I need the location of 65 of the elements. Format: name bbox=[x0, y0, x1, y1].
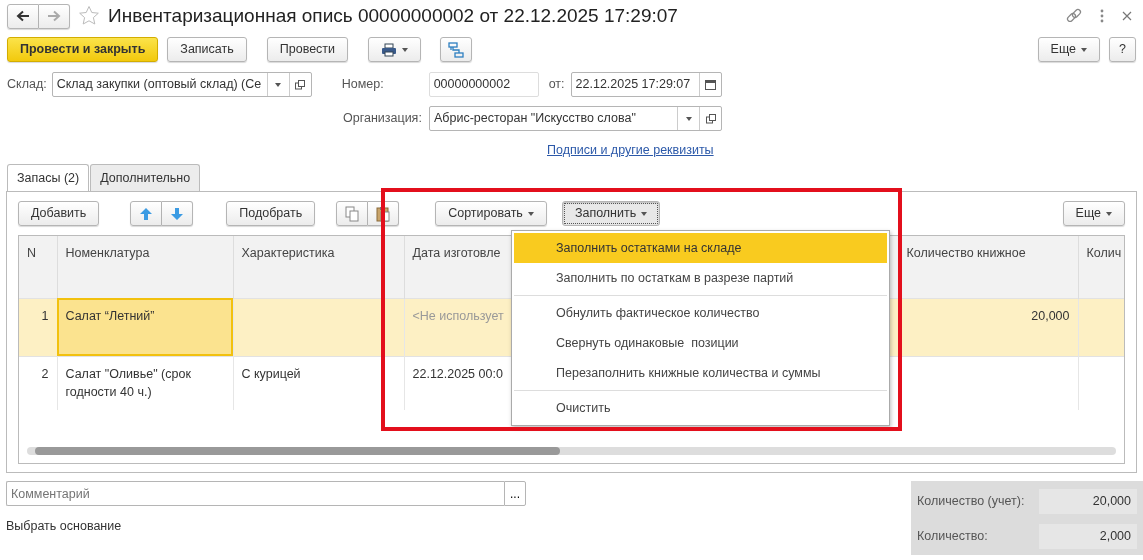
table-cell: С курицей bbox=[233, 356, 404, 410]
toolbar-button[interactable]: ? bbox=[1109, 37, 1136, 62]
dropdown-button[interactable]: Заполнить bbox=[561, 201, 661, 226]
field-label: Номер: bbox=[341, 76, 385, 94]
field-label: от: bbox=[548, 76, 565, 94]
link-icon[interactable] bbox=[1066, 8, 1082, 24]
horizontal-scrollbar[interactable] bbox=[27, 447, 1116, 455]
menu-item[interactable]: Свернуть одинаковые позиции bbox=[514, 328, 887, 358]
close-icon[interactable] bbox=[1122, 11, 1132, 21]
table-cell: 1 bbox=[19, 298, 57, 356]
arrow-up-icon bbox=[139, 206, 154, 221]
tab[interactable]: Дополнительно bbox=[90, 164, 201, 191]
column-header[interactable]: Характеристика bbox=[233, 236, 404, 298]
dropdown-button[interactable]: Еще bbox=[1037, 37, 1101, 62]
warehouse-field[interactable]: Склад закупки (оптовый склад) (Се bbox=[51, 72, 312, 97]
toolbar-button[interactable]: Подобрать bbox=[226, 201, 316, 226]
move-up-button[interactable] bbox=[130, 201, 163, 226]
table-cell: 2 bbox=[19, 356, 57, 410]
back-button[interactable] bbox=[7, 3, 39, 29]
star-icon[interactable] bbox=[78, 5, 100, 27]
printer-icon bbox=[381, 42, 398, 57]
arrow-right-icon bbox=[47, 10, 61, 22]
arrow-down-icon bbox=[170, 206, 185, 221]
structure-button[interactable] bbox=[440, 37, 473, 62]
dropdown-button[interactable]: Сортировать bbox=[435, 201, 547, 226]
menu-item[interactable]: Обнулить фактическое количество bbox=[514, 298, 887, 328]
field-label: Склад: bbox=[7, 76, 47, 94]
table-cell: Салат "Оливье" (срок годности 40 ч.) bbox=[57, 356, 233, 410]
copy-icon bbox=[345, 205, 360, 222]
menu-item[interactable]: Заполнить остатками на складе bbox=[514, 233, 887, 263]
tab[interactable]: Запасы (2) bbox=[7, 164, 90, 192]
dropdown-button[interactable]: Еще bbox=[1062, 201, 1125, 226]
total-value: 2,000 bbox=[1039, 523, 1137, 549]
post-close-button[interactable]: Провести и закрыть bbox=[7, 37, 159, 62]
open-icon bbox=[705, 113, 716, 124]
table-cell: Салат “Летний” bbox=[57, 298, 233, 356]
column-header[interactable]: Колич bbox=[1078, 236, 1124, 298]
open-icon bbox=[295, 79, 306, 90]
total-label: Количество: bbox=[917, 527, 988, 545]
copy-button[interactable] bbox=[336, 201, 369, 226]
arrow-left-icon bbox=[16, 10, 30, 22]
signatures-link[interactable]: Подписи и другие реквизиты bbox=[547, 141, 714, 159]
calendar-icon bbox=[704, 79, 716, 90]
column-header[interactable]: N bbox=[19, 236, 57, 298]
move-down-button[interactable] bbox=[162, 201, 194, 226]
more-icon[interactable] bbox=[1100, 9, 1104, 23]
toolbar-button[interactable]: Добавить bbox=[18, 201, 100, 226]
select-button[interactable]: ... bbox=[504, 481, 526, 506]
window-title: Инвентаризационная опись 00000000002 от 22.12.2025 17:29:07 bbox=[108, 3, 679, 28]
total-label: Количество (учет): bbox=[917, 493, 1025, 510]
menu-item[interactable]: Перезаполнить книжные количества и суммы bbox=[514, 358, 887, 388]
clipboard-icon bbox=[376, 205, 391, 222]
structure-icon bbox=[448, 41, 465, 58]
organization-field[interactable]: Абрис-ресторан "Искусство слова" bbox=[429, 106, 722, 131]
comment-field[interactable]: Комментарий bbox=[6, 481, 504, 506]
print-button[interactable] bbox=[368, 37, 422, 62]
menu-item[interactable]: Заполнить по остаткам в разрезе партий bbox=[514, 263, 887, 293]
total-value: 20,000 bbox=[1039, 489, 1137, 514]
date-field[interactable]: 22.12.2025 17:29:07 bbox=[570, 72, 722, 97]
toolbar-button[interactable]: Записать bbox=[167, 37, 247, 62]
select-base-link[interactable]: Выбрать основание bbox=[6, 517, 526, 536]
number-field[interactable]: 00000000002 bbox=[428, 72, 539, 97]
column-header[interactable]: Номенклатура bbox=[57, 236, 233, 298]
toolbar-button[interactable]: Провести bbox=[266, 37, 349, 62]
field-label: Организация: bbox=[343, 110, 423, 128]
